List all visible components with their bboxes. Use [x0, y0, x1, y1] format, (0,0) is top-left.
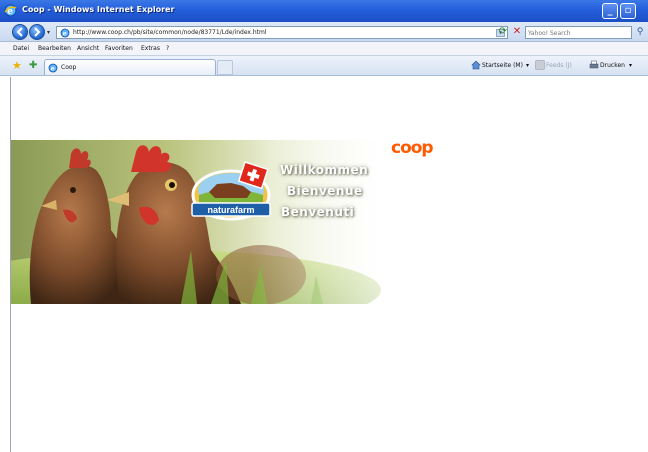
refresh-icon[interactable]: ⟳	[496, 26, 510, 39]
add-favorite-icon[interactable]: ✚	[29, 60, 37, 71]
home-icon[interactable]	[471, 60, 481, 70]
tab-label: Coop	[61, 64, 77, 71]
window-title: Coop - Windows Internet Explorer	[22, 5, 175, 14]
tab-coop[interactable]: e Coop	[44, 59, 216, 75]
new-tab-button[interactable]	[217, 60, 233, 75]
menu-file[interactable]: Datei	[13, 45, 29, 52]
feeds-button[interactable]: Feeds (J)	[546, 62, 572, 69]
greeting-italian[interactable]: Benvenuti	[281, 205, 354, 219]
print-dropdown[interactable]: ▾	[629, 62, 632, 69]
feed-icon[interactable]	[535, 60, 545, 70]
printer-icon[interactable]	[589, 60, 599, 70]
menu-favorites[interactable]: Favoriten	[105, 45, 133, 52]
recent-pages-dropdown[interactable]: ▾	[47, 29, 50, 36]
address-toolbar: ▾ e http://www.coop.ch/pb/site/common/no…	[0, 22, 648, 42]
menu-bar: Datei Bearbeiten Ansicht Favoriten Extra…	[0, 42, 648, 56]
address-bar[interactable]: e http://www.coop.ch/pb/site/common/node…	[56, 26, 508, 39]
greeting-french[interactable]: Bienvenue	[287, 184, 363, 198]
address-url: http://www.coop.ch/pb/site/common/node/8…	[73, 29, 267, 36]
window-titlebar: e Coop - Windows Internet Explorer _ ▫	[0, 0, 648, 22]
svg-text:e: e	[63, 30, 67, 38]
minimize-button[interactable]: _	[602, 3, 618, 19]
stop-icon[interactable]: ✕	[511, 26, 523, 39]
forward-arrow-icon	[34, 27, 41, 37]
favorites-star-icon[interactable]: ★	[12, 60, 22, 71]
welcome-banner: naturafarm	[11, 140, 445, 304]
print-button[interactable]: Drucken	[600, 62, 625, 69]
forward-button[interactable]	[29, 24, 45, 40]
chickens-hero-image: naturafarm	[11, 140, 445, 304]
ie-logo-icon: e	[4, 4, 17, 17]
naturafarm-logo-text: naturafarm	[207, 205, 254, 215]
home-button[interactable]: Startseite (M)	[482, 62, 523, 69]
coop-logo[interactable]: coop	[391, 138, 434, 158]
search-icon[interactable]: ⚲	[634, 26, 646, 39]
menu-help[interactable]: ?	[166, 45, 169, 52]
maximize-button[interactable]: ▫	[620, 3, 636, 19]
menu-tools[interactable]: Extras	[141, 45, 160, 52]
back-arrow-icon	[16, 27, 23, 37]
page-favicon-icon: e	[60, 28, 70, 38]
tab-favicon-icon: e	[48, 63, 58, 73]
menu-edit[interactable]: Bearbeiten	[38, 45, 71, 52]
svg-text:e: e	[51, 65, 55, 73]
search-input[interactable]	[528, 28, 628, 38]
home-dropdown[interactable]: ▾	[526, 62, 529, 69]
greeting-german[interactable]: Willkommen	[280, 163, 368, 177]
tab-bar: ★ ✚ e Coop Startseite (M) ▾ Feeds (J) Dr…	[0, 56, 648, 76]
search-box[interactable]	[525, 26, 632, 39]
back-button[interactable]	[12, 24, 28, 40]
menu-view[interactable]: Ansicht	[77, 45, 99, 52]
